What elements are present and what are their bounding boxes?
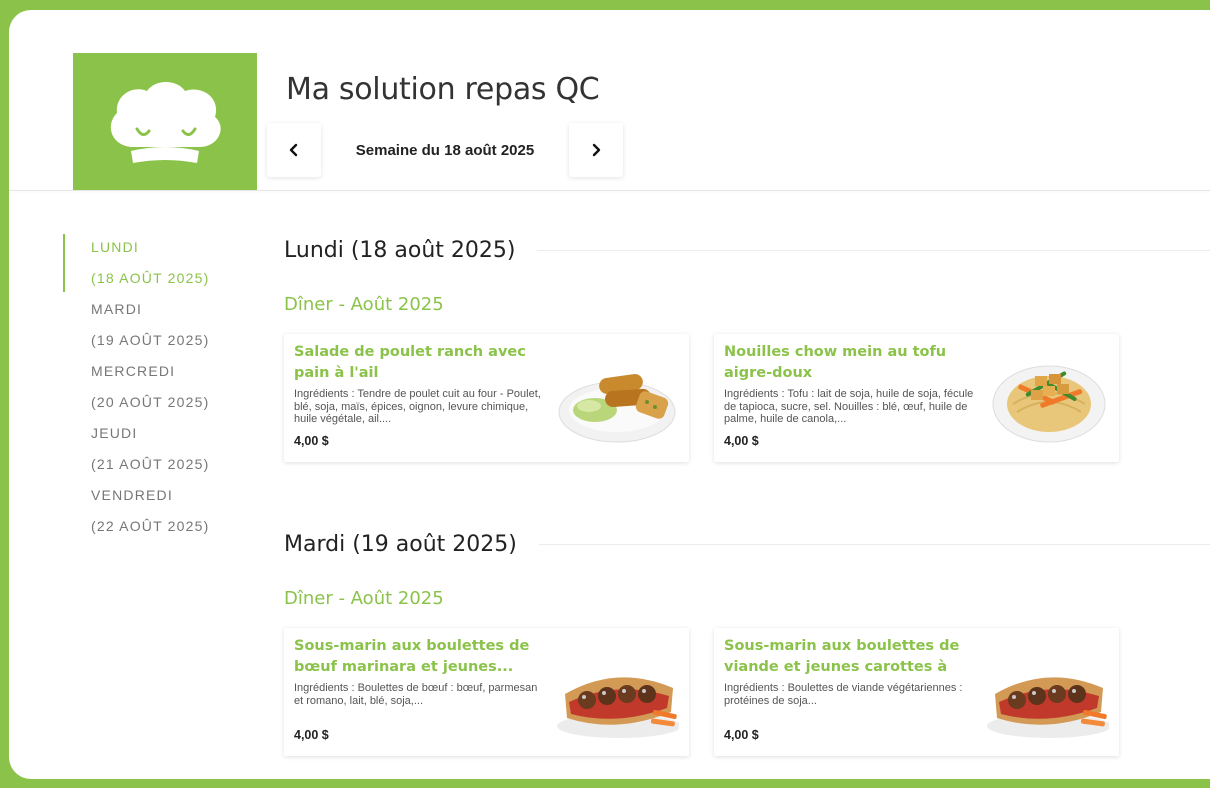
sidebar-item-date: (20 AOÛT 2025) — [91, 394, 210, 410]
sidebar-item-mardi[interactable]: MARDI (19 AOÛT 2025) — [63, 294, 263, 356]
meal-title: Salade de poulet ranch avec pain à l'ail — [294, 344, 526, 381]
meal-heading: Dîner - Août 2025 — [284, 294, 444, 315]
meal-ingredients: Ingrédients : Boulettes de bœuf : bœuf, … — [294, 682, 538, 707]
sidebar-item-day: JEUDI — [91, 425, 138, 441]
sidebar-item-day: MERCREDI — [91, 363, 176, 379]
meatball-sub-image — [557, 677, 679, 738]
sidebar-item-date: (18 AOÛT 2025) — [91, 270, 210, 286]
day-section-mardi: Mardi (19 août 2025) Dîner - Août 2025 S… — [284, 520, 1210, 756]
prev-week-button[interactable] — [267, 123, 321, 177]
menu-main: Lundi (18 août 2025) Dîner - Août 2025 S… — [284, 226, 1210, 756]
sidebar-item-day: MARDI — [91, 301, 143, 317]
day-title: Mardi (19 août 2025) — [284, 531, 517, 557]
chevron-right-icon — [592, 143, 601, 157]
meal-price: 4,00 $ — [294, 728, 329, 742]
meal-title: Sous-marin aux boulettes de bœuf marinar… — [294, 638, 530, 675]
veggie-meatball-sub-image — [987, 677, 1109, 738]
day-sidebar: LUNDI (18 AOÛT 2025) MARDI (19 AOÛT 2025… — [63, 232, 263, 542]
day-heading: Lundi (18 août 2025) — [284, 226, 1210, 274]
sidebar-item-day: LUNDI — [91, 239, 140, 255]
tofu-noodles-image — [992, 365, 1106, 443]
meal-title: Nouilles chow mein au tofu aigre-doux — [724, 344, 947, 381]
sidebar-item-date: (22 AOÛT 2025) — [91, 518, 210, 534]
divider — [537, 249, 1210, 251]
meal-heading: Dîner - Août 2025 — [284, 588, 444, 609]
meal-cards: Sous-marin aux boulettes de bœuf marinar… — [284, 628, 1210, 756]
divider — [538, 543, 1210, 545]
day-section-lundi: Lundi (18 août 2025) Dîner - Août 2025 S… — [284, 226, 1210, 462]
meal-ingredients: Ingrédients : Boulettes de viande végéta… — [724, 682, 963, 707]
day-title: Lundi (18 août 2025) — [284, 237, 516, 263]
meal-price: 4,00 $ — [294, 434, 329, 448]
chevron-left-icon — [289, 143, 298, 157]
logo[interactable] — [73, 53, 257, 190]
meal-price: 4,00 $ — [724, 434, 759, 448]
meal-price: 4,00 $ — [724, 728, 759, 742]
app-frame: Ma solution repas QC Semaine du 18 août … — [9, 10, 1210, 779]
sidebar-item-mercredi[interactable]: MERCREDI (20 AOÛT 2025) — [63, 356, 263, 418]
sidebar-item-lundi[interactable]: LUNDI (18 AOÛT 2025) — [63, 232, 263, 294]
header-divider — [9, 190, 1210, 191]
sidebar-item-jeudi[interactable]: JEUDI (21 AOÛT 2025) — [63, 418, 263, 480]
meal-cards: Salade de poulet ranch avec pain à l'ail… — [284, 334, 1210, 462]
meal-title: Sous-marin aux boulettes de viande et je… — [724, 638, 960, 675]
day-heading: Mardi (19 août 2025) — [284, 520, 1210, 568]
page-title: Ma solution repas QC — [286, 72, 600, 107]
next-week-button[interactable] — [569, 123, 623, 177]
week-label: Semaine du 18 août 2025 — [355, 141, 535, 159]
chef-hat-icon — [110, 81, 221, 163]
meal-card[interactable]: Sous-marin aux boulettes de bœuf marinar… — [284, 628, 689, 756]
meal-card[interactable]: Salade de poulet ranch avec pain à l'ail… — [284, 334, 689, 462]
meal-ingredients: Ingrédients : Tofu : lait de soja, huile… — [724, 388, 974, 425]
week-navigator: Semaine du 18 août 2025 — [267, 123, 623, 177]
meal-card[interactable]: Nouilles chow mein au tofu aigre-doux In… — [714, 334, 1119, 462]
sidebar-item-date: (21 AOÛT 2025) — [91, 456, 210, 472]
sidebar-item-date: (19 AOÛT 2025) — [91, 332, 210, 348]
chicken-salad-image — [558, 374, 676, 443]
sidebar-item-vendredi[interactable]: VENDREDI (22 AOÛT 2025) — [63, 480, 263, 542]
meal-ingredients: Ingrédients : Tendre de poulet cuit au f… — [294, 388, 541, 425]
meal-card[interactable]: Sous-marin aux boulettes de viande et je… — [714, 628, 1119, 756]
sidebar-item-day: VENDREDI — [91, 487, 173, 503]
